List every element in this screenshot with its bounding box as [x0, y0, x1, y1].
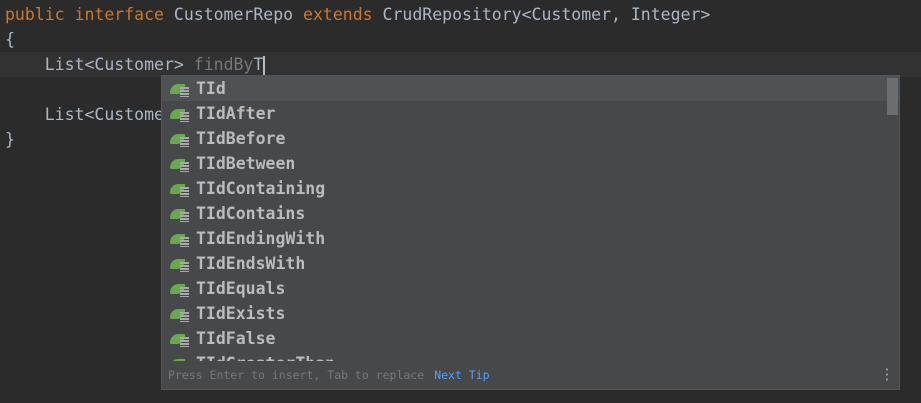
text-caret — [263, 56, 266, 75]
completion-item-label: TId — [196, 79, 226, 98]
completion-item[interactable]: TIdEquals — [162, 276, 899, 301]
completion-item[interactable]: TIdEndingWith — [162, 226, 899, 251]
completion-item-label: TIdContains — [196, 204, 306, 223]
code-line-3-current[interactable]: List<Customer> findByT — [0, 52, 921, 77]
completion-item[interactable]: TIdFalse — [162, 326, 899, 351]
completion-item-label: TIdFalse — [196, 329, 276, 348]
completion-item[interactable]: TId — [162, 76, 899, 101]
completion-item[interactable]: TIdExists — [162, 301, 899, 326]
completion-item-label: TIdExists — [196, 304, 286, 323]
keyword: interface — [74, 5, 164, 24]
completion-list: TId TIdAfter TIdBefore TIdBetween TIdContain… — [162, 76, 899, 361]
next-tip-link[interactable]: Next Tip — [434, 368, 489, 382]
completion-item[interactable]: TIdBetween — [162, 151, 899, 176]
scrollbar-thumb[interactable] — [887, 78, 898, 115]
completion-item[interactable]: TIdBefore — [162, 126, 899, 151]
completion-item-label: TIdAfter — [196, 104, 276, 123]
completion-item[interactable]: TIdGreaterThan — [162, 351, 899, 361]
spring-data-method-icon — [170, 256, 190, 272]
completion-item-label: TIdBefore — [196, 129, 286, 148]
code-line-1[interactable]: public interface CustomerRepo extends Cr… — [0, 2, 921, 27]
spring-data-method-icon — [170, 131, 190, 147]
spring-data-method-icon — [170, 281, 190, 297]
more-options-icon[interactable]: · · · — [883, 364, 891, 387]
typed-text: T — [253, 55, 264, 74]
popup-footer: Press Enter to insert, Tab to replace Nex… — [162, 361, 899, 389]
spring-data-method-icon — [170, 306, 190, 322]
keyword: extends — [303, 5, 373, 24]
completion-item-label: TIdEndsWith — [196, 254, 306, 273]
completion-item-label: TIdEndingWith — [196, 229, 326, 248]
spring-data-method-icon — [170, 331, 190, 347]
footer-hint: Press Enter to insert, Tab to replace — [168, 368, 425, 382]
spring-data-method-icon — [170, 106, 190, 122]
completion-item[interactable]: TIdContaining — [162, 176, 899, 201]
code-line-2[interactable]: { — [0, 27, 921, 52]
spring-data-method-icon — [170, 181, 190, 197]
keyword: public — [5, 5, 65, 24]
interface-name: CustomerRepo — [173, 5, 294, 24]
completion-item[interactable]: TIdAfter — [162, 101, 899, 126]
supertype: CrudRepository<Customer, Integer> — [382, 5, 711, 24]
spring-data-method-icon — [170, 81, 190, 97]
spring-data-method-icon — [170, 206, 190, 222]
spring-data-method-icon — [170, 156, 190, 172]
brace: { — [5, 30, 15, 49]
method-name-partial: findBy — [193, 55, 254, 74]
brace: } — [5, 130, 15, 149]
completion-item[interactable]: TIdEndsWith — [162, 251, 899, 276]
completion-item-label: TIdContaining — [196, 179, 326, 198]
spring-data-method-icon — [170, 231, 190, 247]
completion-item-label: TIdGreaterThan — [196, 351, 335, 361]
return-type: List<Customer> — [44, 55, 184, 74]
completion-item-label: TIdEquals — [196, 279, 286, 298]
completion-popup: TId TIdAfter TIdBefore TIdBetween TIdContain… — [161, 75, 900, 390]
code-text: List<Customer — [44, 105, 174, 124]
completion-item-label: TIdBetween — [196, 154, 296, 173]
completion-item[interactable]: TIdContains — [162, 201, 899, 226]
